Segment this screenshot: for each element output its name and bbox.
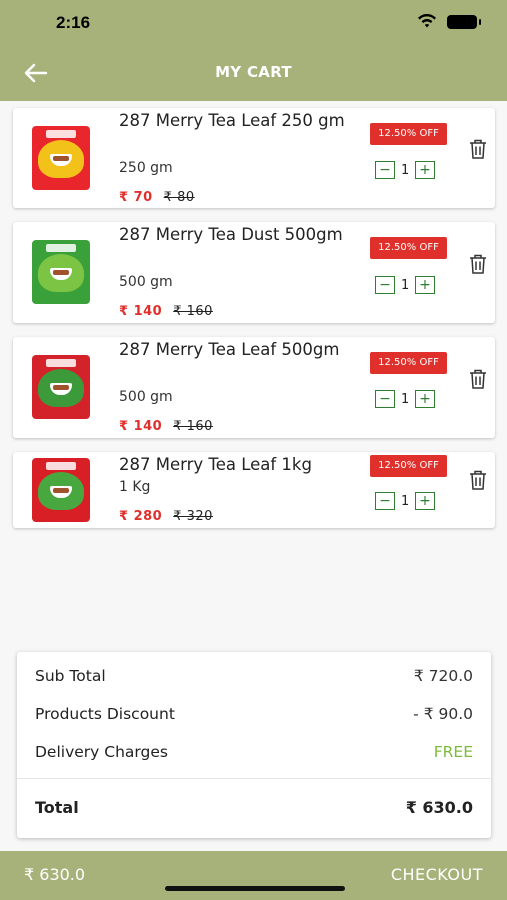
checkout-bar: ₹ 630.0 CHECKOUT [0, 851, 507, 900]
plus-icon: + [419, 493, 431, 509]
original-price: ₹ 160 [173, 304, 213, 319]
quantity-stepper: − 1 + [375, 161, 435, 179]
product-image [32, 240, 90, 304]
original-price: ₹ 320 [173, 509, 213, 524]
cart-item: 287 Merry Tea Dust 500gm 500 gm ₹ 140 ₹ … [13, 222, 495, 323]
quantity-stepper: − 1 + [375, 276, 435, 294]
total-row: Total ₹ 630.0 [35, 798, 473, 817]
minus-icon: − [379, 162, 391, 178]
price-row: ₹ 70 ₹ 80 [119, 190, 195, 205]
delivery-label: Delivery Charges [35, 743, 168, 761]
sub-total-value: ₹ 720.0 [413, 667, 473, 685]
order-summary: Sub Total ₹ 720.0 Products Discount - ₹ … [17, 652, 491, 838]
current-price: ₹ 140 [119, 304, 163, 319]
discount-badge: 12.50% OFF [370, 352, 447, 374]
price-row: ₹ 140 ₹ 160 [119, 304, 213, 319]
bottom-total: ₹ 630.0 [24, 865, 86, 884]
trash-icon[interactable] [468, 138, 488, 160]
product-name: 287 Merry Tea Leaf 500gm [119, 340, 340, 359]
product-weight: 500 gm [119, 389, 173, 405]
cart-item: 287 Merry Tea Leaf 500gm 500 gm ₹ 140 ₹ … [13, 337, 495, 438]
discount-badge: 12.50% OFF [370, 123, 447, 145]
original-price: ₹ 160 [173, 419, 213, 434]
plus-icon: + [419, 277, 431, 293]
product-image [32, 458, 90, 522]
summary-divider [17, 778, 491, 779]
product-weight: 250 gm [119, 160, 173, 176]
discount-label: Products Discount [35, 705, 175, 723]
delivery-value: FREE [433, 743, 473, 761]
cart-item: 287 Merry Tea Leaf 1kg 1 Kg ₹ 280 ₹ 320 … [13, 452, 495, 528]
current-price: ₹ 280 [119, 509, 163, 524]
price-row: ₹ 140 ₹ 160 [119, 419, 213, 434]
home-indicator [165, 886, 345, 891]
discount-value: - ₹ 90.0 [413, 705, 473, 723]
product-weight: 1 Kg [119, 479, 151, 495]
product-weight: 500 gm [119, 274, 173, 290]
plus-icon: + [419, 162, 431, 178]
discount-badge: 12.50% OFF [370, 237, 447, 259]
increase-quantity-button[interactable]: + [415, 161, 435, 179]
minus-icon: − [379, 277, 391, 293]
increase-quantity-button[interactable]: + [415, 276, 435, 294]
trash-icon[interactable] [468, 469, 488, 491]
sub-total-label: Sub Total [35, 667, 106, 685]
plus-icon: + [419, 391, 431, 407]
trash-icon[interactable] [468, 368, 488, 390]
increase-quantity-button[interactable]: + [415, 492, 435, 510]
quantity-stepper: − 1 + [375, 390, 435, 408]
wifi-icon [418, 14, 436, 28]
increase-quantity-button[interactable]: + [415, 390, 435, 408]
decrease-quantity-button[interactable]: − [375, 390, 395, 408]
price-row: ₹ 280 ₹ 320 [119, 509, 213, 524]
status-icons [417, 14, 481, 29]
current-price: ₹ 140 [119, 419, 163, 434]
decrease-quantity-button[interactable]: − [375, 161, 395, 179]
app-header: 2:16 MY CART [0, 0, 507, 101]
sub-total-row: Sub Total ₹ 720.0 [35, 667, 473, 685]
total-value: ₹ 630.0 [405, 798, 473, 817]
quantity-value: 1 [401, 391, 410, 407]
battery-icon [447, 14, 481, 29]
minus-icon: − [379, 493, 391, 509]
product-image [32, 355, 90, 419]
cart-item: 287 Merry Tea Leaf 250 gm 250 gm ₹ 70 ₹ … [13, 108, 495, 208]
discount-badge: 12.50% OFF [370, 455, 447, 477]
minus-icon: − [379, 391, 391, 407]
quantity-value: 1 [401, 493, 410, 509]
decrease-quantity-button[interactable]: − [375, 492, 395, 510]
product-name: 287 Merry Tea Leaf 250 gm [119, 111, 345, 130]
total-label: Total [35, 798, 79, 817]
quantity-value: 1 [401, 162, 410, 178]
status-time: 2:16 [56, 13, 91, 32]
discount-row: Products Discount - ₹ 90.0 [35, 705, 473, 723]
trash-icon[interactable] [468, 253, 488, 275]
current-price: ₹ 70 [119, 190, 153, 205]
product-image [32, 126, 90, 190]
page-title: MY CART [215, 63, 292, 81]
quantity-value: 1 [401, 277, 410, 293]
original-price: ₹ 80 [163, 190, 195, 205]
delivery-row: Delivery Charges FREE [35, 743, 473, 761]
decrease-quantity-button[interactable]: − [375, 276, 395, 294]
product-name: 287 Merry Tea Dust 500gm [119, 225, 343, 244]
checkout-button[interactable]: CHECKOUT [391, 865, 483, 884]
quantity-stepper: − 1 + [375, 492, 435, 510]
product-name: 287 Merry Tea Leaf 1kg [119, 455, 312, 474]
